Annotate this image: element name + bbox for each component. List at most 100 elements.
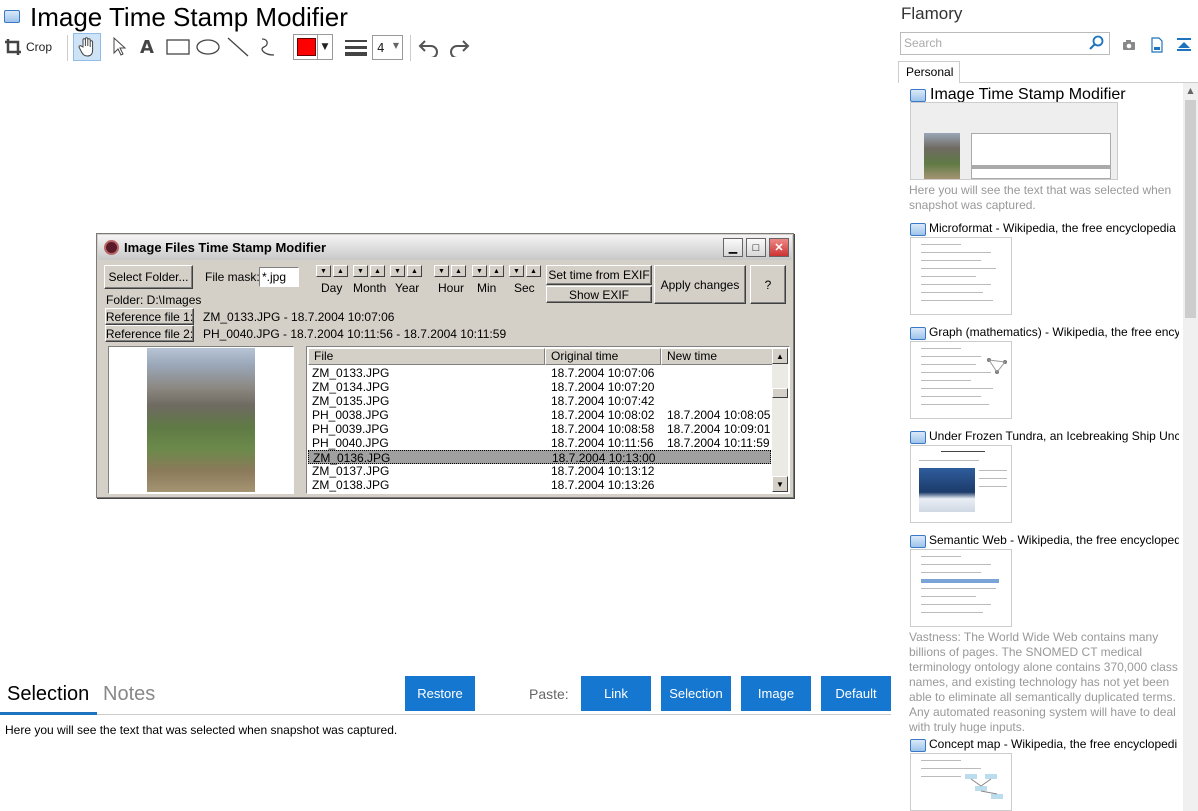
- card-thumbnail[interactable]: [910, 445, 1012, 523]
- table-cell-new: 18.7.2004 10:09:01: [667, 422, 771, 436]
- year-up-button[interactable]: ▲: [407, 265, 422, 277]
- line-tool-button[interactable]: [226, 33, 250, 61]
- table-row[interactable]: ZM_0136.JPG 18.7.2004 10:13:00: [308, 450, 771, 465]
- reference-file-1-button[interactable]: Reference file 1:: [105, 308, 194, 325]
- table-row[interactable]: ZM_0138.JPG 18.7.2004 10:13:26: [308, 478, 771, 492]
- snapshot-icon: [910, 431, 926, 444]
- snapshot-window-title: Image Files Time Stamp Modifier: [124, 240, 327, 255]
- min-down-button[interactable]: ▼: [472, 265, 487, 277]
- table-row[interactable]: PH_0038.JPG 18.7.2004 10:08:02 18.7.2004 1…: [308, 408, 771, 422]
- scroll-down-icon[interactable]: ▼: [772, 476, 788, 492]
- text-tool-button[interactable]: A: [136, 33, 158, 61]
- table-cell-file: ZM_0134.JPG: [312, 380, 390, 394]
- rectangle-tool-button[interactable]: [165, 33, 191, 61]
- scroll-thumb[interactable]: [772, 388, 788, 398]
- card-thumbnail[interactable]: [910, 102, 1118, 180]
- help-button[interactable]: ?: [750, 265, 786, 304]
- snapshot-icon: [910, 535, 926, 548]
- hand-tool-button[interactable]: [73, 33, 101, 61]
- table-cell-original: 18.7.2004 10:13:00: [552, 451, 656, 465]
- card-title[interactable]: Microformat - Wikipedia, the free encycl…: [929, 221, 1179, 235]
- file-mask-input[interactable]: *.jpg: [259, 267, 299, 287]
- document-icon[interactable]: [1148, 36, 1166, 54]
- card-title[interactable]: Concept map - Wikipedia, the free encycl…: [929, 737, 1179, 751]
- year-down-button[interactable]: ▼: [390, 265, 405, 277]
- show-exif-button[interactable]: Show EXIF: [546, 286, 652, 303]
- crop-button[interactable]: Crop: [4, 33, 62, 61]
- collapse-top-icon[interactable]: [1175, 36, 1193, 54]
- color-picker[interactable]: ▼: [293, 34, 333, 60]
- select-folder-button[interactable]: Select Folder...: [104, 265, 193, 289]
- ellipse-tool-button[interactable]: [195, 33, 221, 61]
- paste-selection-button[interactable]: Selection: [661, 676, 731, 711]
- table-row[interactable]: PH_0039.JPG 18.7.2004 10:08:58 18.7.2004 1…: [308, 422, 771, 436]
- sec-up-button[interactable]: ▲: [526, 265, 541, 277]
- line-width-value: 4: [377, 40, 385, 55]
- chevron-down-icon[interactable]: ▼: [317, 35, 332, 59]
- maximize-button[interactable]: □: [746, 238, 766, 257]
- card-thumbnail[interactable]: [910, 753, 1012, 811]
- redo-icon: [450, 40, 470, 57]
- table-cell-file: PH_0040.JPG: [312, 436, 389, 450]
- min-up-button[interactable]: ▲: [489, 265, 504, 277]
- line-width-select[interactable]: 4 ▼: [372, 35, 403, 60]
- tab-notes[interactable]: Notes: [103, 683, 155, 706]
- card-thumbnail[interactable]: [910, 237, 1012, 315]
- reference-file-2-button[interactable]: Reference file 2:: [105, 325, 194, 342]
- hour-down-button[interactable]: ▼: [434, 265, 449, 277]
- table-cell-original: 18.7.2004 10:07:42: [551, 394, 655, 408]
- line-icon: [227, 37, 249, 57]
- apply-changes-button[interactable]: Apply changes: [654, 265, 746, 304]
- rectangle-icon: [166, 39, 190, 55]
- paste-default-button[interactable]: Default: [821, 676, 891, 711]
- hour-up-button[interactable]: ▲: [451, 265, 466, 277]
- table-row[interactable]: ZM_0135.JPG 18.7.2004 10:07:42: [308, 394, 771, 408]
- table-row[interactable]: ZM_0134.JPG 18.7.2004 10:07:20: [308, 380, 771, 394]
- card-title[interactable]: Graph (mathematics) - Wikipedia, the fre…: [929, 325, 1179, 339]
- search-icon[interactable]: [1089, 35, 1107, 51]
- minimize-button[interactable]: ▁: [723, 238, 743, 257]
- month-up-button[interactable]: ▲: [370, 265, 385, 277]
- column-header-new-time[interactable]: New time: [661, 348, 773, 365]
- sec-down-button[interactable]: ▼: [509, 265, 524, 277]
- camera-icon[interactable]: [1120, 36, 1138, 54]
- column-header-file[interactable]: File: [308, 348, 545, 365]
- card-thumbnail[interactable]: [910, 341, 1012, 419]
- freehand-tool-button[interactable]: [256, 33, 280, 61]
- file-list[interactable]: File Original time New time ZM_0133.JPG 1…: [306, 346, 790, 494]
- table-row[interactable]: ZM_0137.JPG 18.7.2004 10:13:12: [308, 464, 771, 478]
- redo-button[interactable]: [446, 33, 472, 61]
- day-down-button[interactable]: ▼: [316, 265, 331, 277]
- minimize-icon: ▁: [728, 242, 738, 254]
- search-input[interactable]: Search: [900, 32, 1110, 55]
- undo-button[interactable]: [416, 33, 442, 61]
- line-width-button[interactable]: [344, 33, 368, 61]
- ellipse-icon: [196, 39, 220, 55]
- table-cell-original: 18.7.2004 10:07:20: [551, 380, 655, 394]
- table-row[interactable]: PH_0040.JPG 18.7.2004 10:11:56 18.7.2004 1…: [308, 436, 771, 450]
- scroll-thumb[interactable]: [1185, 100, 1196, 318]
- tab-selection[interactable]: Selection: [7, 683, 89, 706]
- card-title[interactable]: Semantic Web - Wikipedia, the free encyc…: [929, 533, 1179, 547]
- day-up-button[interactable]: ▲: [333, 265, 348, 277]
- set-time-exif-button[interactable]: Set time from EXIF: [546, 265, 652, 285]
- paste-link-button[interactable]: Link: [581, 676, 651, 711]
- scroll-up-icon[interactable]: ▲: [1183, 83, 1198, 98]
- crop-icon: [5, 39, 21, 55]
- list-scrollbar[interactable]: ▲ ▼: [772, 348, 788, 492]
- restore-button[interactable]: Restore: [405, 676, 475, 711]
- table-row[interactable]: ZM_0133.JPG 18.7.2004 10:07:06: [308, 366, 771, 380]
- card-title[interactable]: Under Frozen Tundra, an Icebreaking Ship…: [929, 429, 1179, 443]
- file-mask-label: File mask:: [205, 270, 260, 284]
- table-cell-file: ZM_0133.JPG: [312, 366, 390, 380]
- scroll-up-icon[interactable]: ▲: [772, 348, 788, 364]
- snapshot-icon: [910, 739, 926, 752]
- card-thumbnail[interactable]: [910, 549, 1012, 627]
- close-button[interactable]: ✕: [769, 238, 789, 257]
- clock-icon: [104, 240, 119, 255]
- pointer-tool-button[interactable]: [108, 33, 130, 61]
- month-down-button[interactable]: ▼: [353, 265, 368, 277]
- paste-image-button[interactable]: Image: [741, 676, 811, 711]
- column-header-original-time[interactable]: Original time: [545, 348, 661, 365]
- tab-personal[interactable]: Personal: [898, 61, 960, 83]
